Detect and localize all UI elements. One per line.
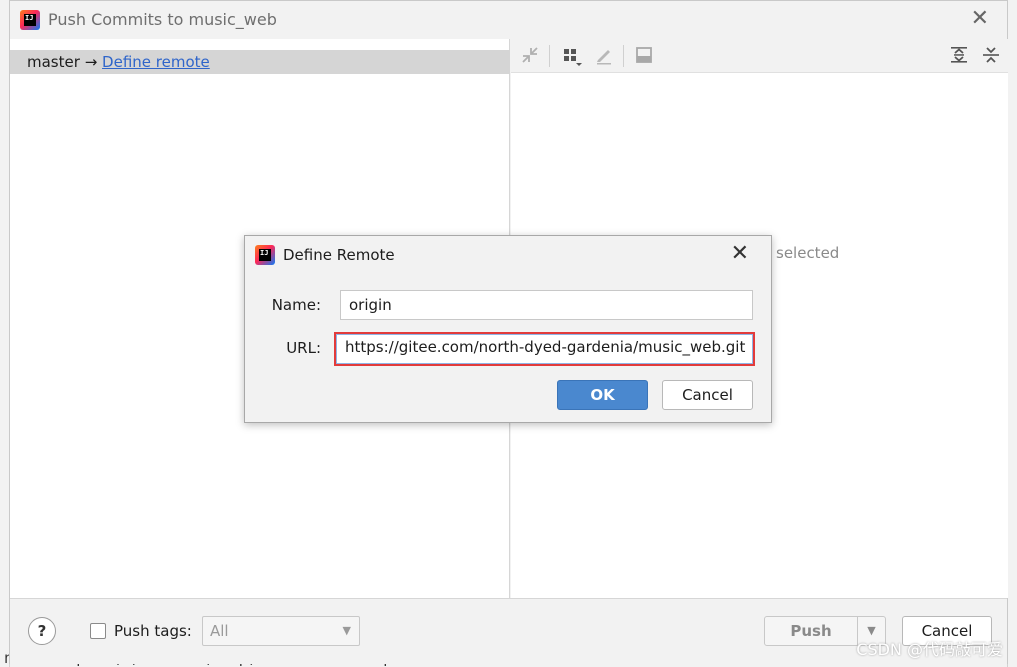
help-button[interactable]: ? bbox=[28, 617, 56, 645]
define-remote-link[interactable]: Define remote bbox=[102, 53, 210, 71]
dialog-title: Define Remote bbox=[283, 246, 395, 264]
no-commits-selected-text: selected bbox=[776, 244, 840, 262]
expand-all-icon[interactable] bbox=[948, 45, 970, 67]
push-button[interactable]: Push bbox=[764, 616, 858, 646]
tags-dropdown-value: All bbox=[210, 622, 229, 640]
background-ide-right-strip bbox=[1007, 0, 1017, 667]
branch-row[interactable]: master → Define remote bbox=[10, 50, 510, 74]
window-title: Push Commits to music_web bbox=[48, 10, 277, 29]
toolbar-separator bbox=[623, 45, 624, 67]
window-close-icon[interactable]: ✕ bbox=[971, 6, 989, 31]
name-label: Name: bbox=[271, 296, 321, 314]
dialog-cancel-button[interactable]: Cancel bbox=[662, 380, 753, 410]
toolbar-separator bbox=[549, 45, 550, 67]
preview-icon[interactable] bbox=[633, 45, 655, 67]
edit-icon[interactable] bbox=[593, 45, 615, 67]
group-by-icon[interactable] bbox=[561, 45, 583, 67]
chevron-down-icon: ▼ bbox=[342, 624, 351, 637]
collapse-all-icon[interactable] bbox=[980, 45, 1002, 67]
expand-diff-icon[interactable] bbox=[519, 45, 541, 67]
details-toolbar bbox=[511, 39, 1008, 73]
window-titlebar: IJ Push Commits to music_web ✕ bbox=[10, 1, 1007, 39]
define-remote-dialog: IJ Define Remote ✕ Name: origin URL: htt… bbox=[244, 235, 772, 423]
push-tags-label: Push tags: bbox=[114, 622, 192, 640]
ok-button[interactable]: OK bbox=[557, 380, 648, 410]
remote-name-input[interactable]: origin bbox=[340, 290, 753, 320]
intellij-app-icon: IJ bbox=[255, 245, 275, 265]
intellij-app-icon: IJ bbox=[20, 10, 40, 30]
branch-arrow-icon: → bbox=[84, 53, 98, 71]
push-tags-checkbox[interactable] bbox=[90, 623, 106, 639]
branch-name: master bbox=[27, 53, 80, 71]
watermark: CSDN @代码敲可爱 bbox=[856, 640, 1003, 659]
url-label: URL: bbox=[286, 339, 321, 357]
push-tags-dropdown[interactable]: All ▼ bbox=[202, 616, 360, 646]
dialog-close-icon[interactable]: ✕ bbox=[731, 241, 749, 266]
remote-url-input[interactable]: https://gitee.com/north-dyed-gardenia/mu… bbox=[334, 332, 755, 366]
